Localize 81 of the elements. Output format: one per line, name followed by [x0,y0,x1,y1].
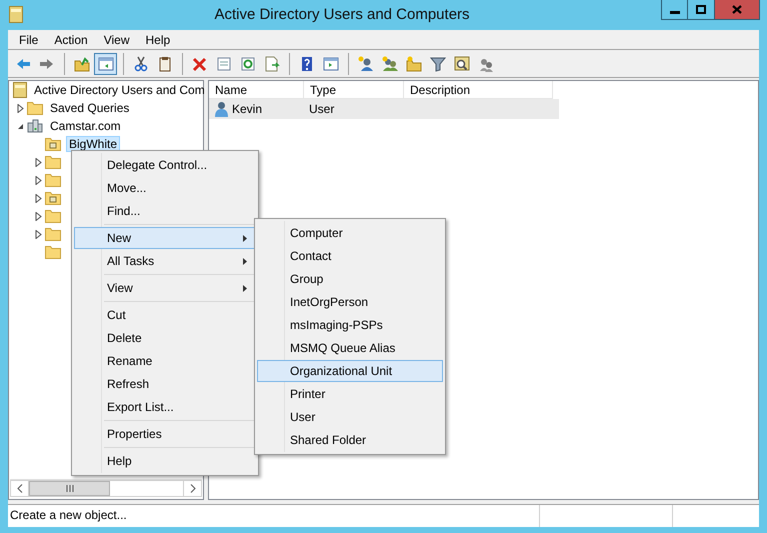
menu-item[interactable]: Shared Folder [257,429,443,451]
menu-item[interactable]: Contact [257,245,443,267]
menu-item[interactable]: Delete [74,327,256,349]
menu-item[interactable]: Properties [74,423,256,445]
maximize-button[interactable] [688,0,715,20]
menu-item[interactable]: Help [74,450,256,472]
table-cell-text: User [308,102,336,116]
close-icon [732,5,742,14]
menu-item[interactable]: MSMQ Queue Alias [257,337,443,359]
menu-item[interactable]: Export List... [74,396,256,418]
menu-item[interactable]: Cut [74,304,256,326]
tree-item[interactable]: Saved Queries [48,101,132,115]
expand-arrow-icon[interactable] [34,230,42,238]
folder-up-icon [74,56,90,72]
expand-arrow-icon[interactable] [34,158,42,166]
menu-item[interactable]: Group [257,268,443,290]
menu-item[interactable]: Refresh [74,373,256,395]
menu-item[interactable]: All Tasks [74,250,256,272]
folder-icon [45,227,61,241]
console-tree-icon [98,56,114,72]
new-group-icon [382,56,398,72]
export-icon [264,56,280,72]
folder-icon [27,101,43,115]
menu-item[interactable]: View [96,30,138,48]
tree-item[interactable]: Camstar.com [48,119,123,133]
status-text: Create a new object... [9,507,128,524]
refresh-icon [240,56,256,72]
table-cell: Kevin [209,101,303,117]
minimize-button[interactable] [661,0,688,20]
properties-icon [216,56,232,72]
app-icon [9,6,23,23]
menu-item[interactable]: Computer [257,222,443,244]
close-button[interactable] [715,0,760,20]
new-folder-icon [406,56,422,72]
list-row[interactable]: Kevin User [209,99,559,119]
menu-item[interactable]: Printer [257,383,443,405]
folder-icon [45,155,61,169]
expand-arrow-icon[interactable] [16,104,24,112]
window-title: Active Directory Users and Computers [213,6,471,23]
menu-item[interactable]: msImaging-PSPs [257,314,443,336]
domain-icon [27,119,43,133]
filter-icon [430,56,446,72]
org-unit-icon [45,137,61,151]
menu-item[interactable]: Find... [74,200,256,222]
clipboard-icon [156,56,172,72]
maximize-icon [696,5,706,14]
grip-icon [66,485,74,492]
minimize-icon [670,11,680,14]
expand-arrow-icon[interactable] [34,194,42,202]
scroll-left-button[interactable] [10,480,29,497]
menu-item[interactable]: InetOrgPerson [257,291,443,313]
tree-item[interactable]: Active Directory Users and Com [32,83,207,97]
window-play-icon [322,56,338,72]
delete-icon [192,56,208,72]
expand-arrow-icon[interactable] [34,176,42,184]
search-icon [454,56,470,72]
menu-item[interactable]: Move... [74,177,256,199]
console-icon [13,82,27,98]
folder-icon [45,209,61,223]
scrollbar-thumb[interactable] [29,481,110,496]
user-icon [215,101,228,117]
cut-icon [132,56,148,72]
menu-item[interactable]: User [257,406,443,428]
chevron-right-icon [190,484,196,493]
menu-item[interactable]: Rename [74,350,256,372]
menu-item[interactable]: Delegate Control... [74,154,256,176]
scroll-right-button[interactable] [183,480,202,497]
folder-icon [45,245,61,259]
expand-arrow-icon[interactable] [34,212,42,220]
folder-icon [45,173,61,187]
new-user-icon [358,56,374,72]
menu-item[interactable]: New [74,227,256,249]
menu-item[interactable]: View [74,277,256,299]
menu-item[interactable]: File [11,30,46,48]
console-tree-button[interactable] [94,52,117,74]
menu-item[interactable]: Action [46,30,96,48]
collapse-arrow-icon[interactable] [16,122,24,130]
org-unit-icon [45,191,61,205]
menu-item[interactable]: Organizational Unit [257,360,443,382]
chevron-left-icon [16,484,22,493]
menu-item[interactable]: Help [138,30,178,48]
